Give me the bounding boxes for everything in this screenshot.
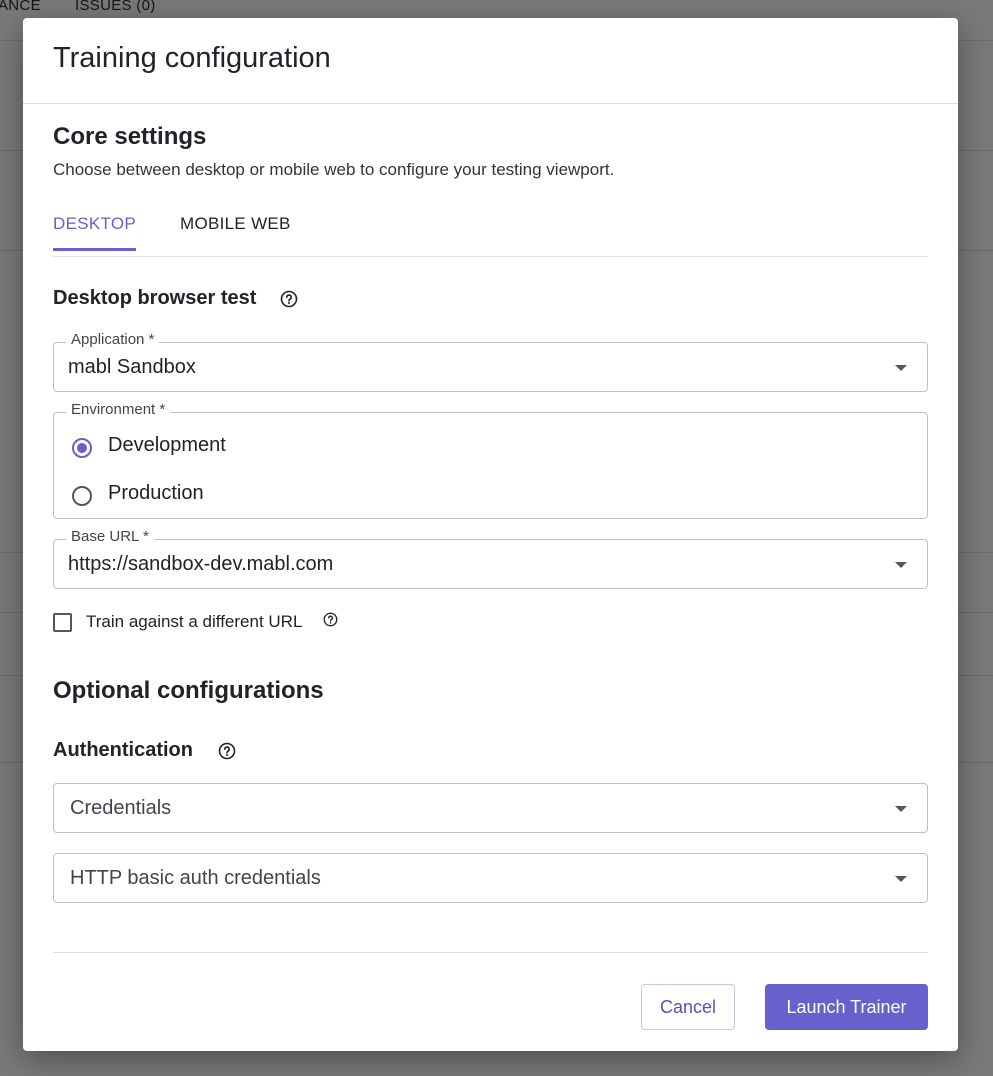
help-icon[interactable] xyxy=(323,612,338,627)
http-auth-credentials-select[interactable]: HTTP basic auth credentials xyxy=(53,853,928,903)
application-select[interactable]: Application * mabl Sandbox xyxy=(53,331,928,392)
help-icon[interactable] xyxy=(280,290,298,308)
tab-desktop[interactable]: DESKTOP xyxy=(53,214,137,251)
application-label: Application * xyxy=(66,331,160,348)
viewport-tabs: DESKTOP MOBILE WEB xyxy=(53,200,928,257)
radio-checked-icon[interactable] xyxy=(72,438,92,458)
authentication-heading: Authentication xyxy=(53,739,193,761)
environment-label: Environment * xyxy=(66,401,171,418)
base-url-label: Base URL * xyxy=(66,528,154,545)
core-settings-description: Choose between desktop or mobile web to … xyxy=(53,160,615,179)
environment-radio-group: Environment * Development Production xyxy=(53,401,928,519)
tab-mobile-web[interactable]: MOBILE WEB xyxy=(180,214,291,248)
training-configuration-dialog: Training configuration Core settings Cho… xyxy=(23,18,958,1051)
caret-down-icon xyxy=(895,806,907,812)
http-auth-placeholder: HTTP basic auth credentials xyxy=(70,867,321,889)
optional-configurations-title: Optional configurations xyxy=(53,677,324,704)
base-url-value: https://sandbox-dev.mabl.com xyxy=(68,553,334,575)
cancel-button[interactable]: Cancel xyxy=(641,984,735,1030)
environment-option-label: Development xyxy=(108,434,226,456)
dialog-title: Training configuration xyxy=(53,42,331,74)
checkbox[interactable] xyxy=(53,613,72,632)
core-settings-title: Core settings xyxy=(53,123,207,150)
caret-down-icon xyxy=(895,365,907,371)
application-value: mabl Sandbox xyxy=(68,356,196,378)
different-url-label: Train against a different URL xyxy=(86,612,303,631)
help-icon[interactable] xyxy=(218,742,236,760)
credentials-select[interactable]: Credentials xyxy=(53,783,928,833)
footer-divider xyxy=(53,952,928,953)
caret-down-icon xyxy=(895,562,907,568)
credentials-placeholder: Credentials xyxy=(70,797,172,819)
environment-option-label: Production xyxy=(108,482,204,504)
radio-unchecked-icon[interactable] xyxy=(72,486,92,506)
dialog-header: Training configuration xyxy=(23,18,958,104)
launch-trainer-button[interactable]: Launch Trainer xyxy=(765,984,928,1030)
base-url-select[interactable]: Base URL * https://sandbox-dev.mabl.com xyxy=(53,528,928,589)
desktop-browser-test-heading: Desktop browser test xyxy=(53,287,257,309)
caret-down-icon xyxy=(895,876,907,882)
